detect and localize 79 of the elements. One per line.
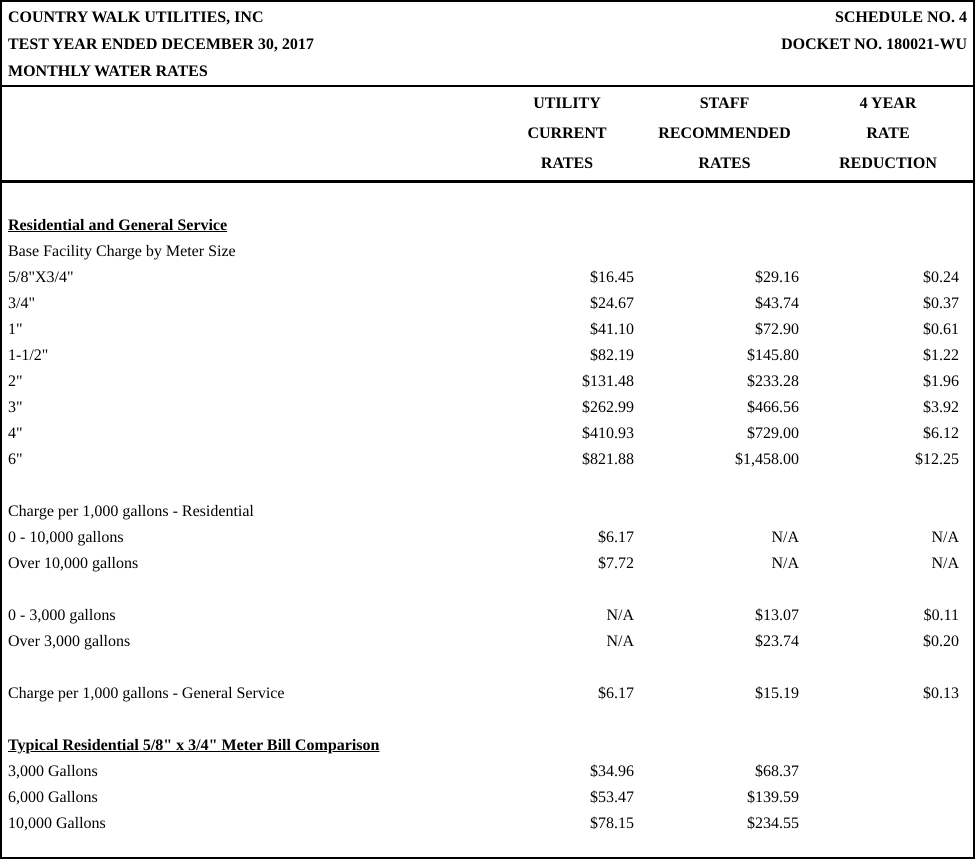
rate-value: $233.28 <box>747 373 799 391</box>
rate-value: $234.55 <box>747 815 799 833</box>
rate-value: $7.72 <box>598 555 634 573</box>
rate-value: $0.24 <box>923 269 959 287</box>
rate-value: $729.00 <box>747 425 799 443</box>
rate-value: $12.25 <box>915 451 959 469</box>
rate-value: $6.12 <box>923 425 959 443</box>
column-heading: CURRENT <box>527 124 607 144</box>
row-label: 4" <box>8 425 24 443</box>
header-text: MONTHLY WATER RATES <box>8 62 209 82</box>
rate-value: $262.99 <box>582 399 634 417</box>
row-label: 3,000 Gallons <box>8 763 99 781</box>
row-label: Charge per 1,000 gallons - Residential <box>8 503 255 521</box>
rate-value: $34.96 <box>590 763 634 781</box>
rate-value: $1.22 <box>923 347 959 365</box>
row-label: Charge per 1,000 gallons - General Service <box>8 685 286 703</box>
row-label: 6,000 Gallons <box>8 789 99 807</box>
column-heading: RATE <box>866 124 910 144</box>
column-heading: 4 YEAR <box>860 94 916 114</box>
rate-value: $6.17 <box>598 529 634 547</box>
rate-value: $23.74 <box>755 633 799 651</box>
row-label: Over 10,000 gallons <box>8 555 140 573</box>
rate-value: $139.59 <box>747 789 799 807</box>
rate-value: $43.74 <box>755 295 799 313</box>
header-text: COUNTRY WALK UTILITIES, INC <box>8 8 264 28</box>
column-heading: UTILITY <box>533 94 601 114</box>
section-heading: Residential and General Service <box>8 217 228 235</box>
rate-value: $53.47 <box>590 789 634 807</box>
rate-value: $466.56 <box>747 399 799 417</box>
rate-value: N/A <box>771 555 799 573</box>
rate-value: $131.48 <box>582 373 634 391</box>
rate-value: $72.90 <box>755 321 799 339</box>
rate-value: N/A <box>771 529 799 547</box>
row-label: 0 - 3,000 gallons <box>8 607 117 625</box>
header-text: TEST YEAR ENDED DECEMBER 30, 2017 <box>8 35 314 55</box>
row-label: 6" <box>8 451 24 469</box>
header-text: SCHEDULE NO. 4 <box>834 8 967 28</box>
row-label: 3" <box>8 399 24 417</box>
rate-value: $0.61 <box>923 321 959 339</box>
rate-value: N/A <box>931 529 959 547</box>
rate-value: N/A <box>606 633 634 651</box>
row-label: 1" <box>8 321 24 339</box>
rate-value: $6.17 <box>598 685 634 703</box>
rate-value: N/A <box>931 555 959 573</box>
row-label: 5/8"X3/4" <box>8 269 75 287</box>
column-heading: RATES <box>698 154 751 174</box>
rate-value: $78.15 <box>590 815 634 833</box>
row-label: 2" <box>8 373 24 391</box>
rate-value: $0.20 <box>923 633 959 651</box>
rate-value: $1.96 <box>923 373 959 391</box>
rate-value: $16.45 <box>590 269 634 287</box>
rate-value: $29.16 <box>755 269 799 287</box>
rate-value: $82.19 <box>590 347 634 365</box>
rate-value: $821.88 <box>582 451 634 469</box>
rate-value: $0.13 <box>923 685 959 703</box>
row-label: Base Facility Charge by Meter Size <box>8 243 237 261</box>
rate-value: $41.10 <box>590 321 634 339</box>
column-heading: STAFF <box>700 94 750 114</box>
column-heading: RECOMMENDED <box>658 124 791 144</box>
rate-value: $145.80 <box>747 347 799 365</box>
section-heading: Typical Residential 5/8" x 3/4" Meter Bill Comparison <box>8 737 380 755</box>
row-label: 0 - 10,000 gallons <box>8 529 125 547</box>
rate-value: $0.37 <box>923 295 959 313</box>
rate-value: $3.92 <box>923 399 959 417</box>
column-heading: REDUCTION <box>839 154 937 174</box>
rate-value: $13.07 <box>755 607 799 625</box>
row-label: 10,000 Gallons <box>8 815 107 833</box>
rate-value: $0.11 <box>924 607 959 625</box>
rate-value: $15.19 <box>755 685 799 703</box>
column-heading: RATES <box>540 154 594 174</box>
rate-value: $1,458.00 <box>735 451 799 469</box>
rate-value: $68.37 <box>755 763 799 781</box>
row-label: Over 3,000 gallons <box>8 633 132 651</box>
row-label: 1-1/2" <box>8 347 50 365</box>
rate-value: N/A <box>606 607 634 625</box>
rate-value: $24.67 <box>590 295 634 313</box>
rate-value: $410.93 <box>582 425 634 443</box>
header-text: DOCKET NO. 180021-WU <box>781 35 967 55</box>
row-label: 3/4" <box>8 295 36 313</box>
